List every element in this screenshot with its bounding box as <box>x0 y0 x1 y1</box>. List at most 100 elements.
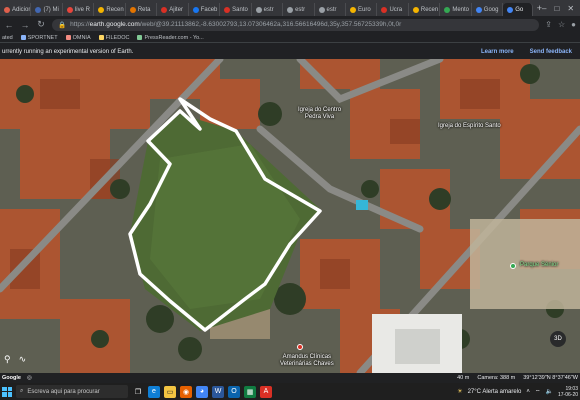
tab-favicon-icon <box>412 6 419 13</box>
browser-tab[interactable]: Ucra <box>377 3 409 16</box>
forward-icon[interactable]: → <box>20 20 30 30</box>
tab-label: live R <box>74 6 90 13</box>
reload-icon[interactable]: ↻ <box>36 19 46 30</box>
share-icon[interactable]: ⇪ <box>545 20 552 29</box>
map-label-clinic[interactable]: Amandus Clínicas Veterinárias Chaves <box>280 354 334 368</box>
tab-favicon-icon <box>35 6 42 13</box>
network-icon[interactable]: ⌔ <box>535 388 541 396</box>
tab-favicon-icon <box>349 6 356 13</box>
tab-favicon-icon <box>287 6 294 13</box>
browser-tab[interactable]: Recen <box>94 3 126 16</box>
maximize-icon[interactable]: □ <box>554 4 559 13</box>
app-icon[interactable]: ▦ <box>244 385 256 398</box>
bookmark-item[interactable]: FILEDOC <box>98 35 129 41</box>
tab-label: estr <box>295 6 306 13</box>
tab-label: Recen <box>420 6 439 13</box>
outlook-icon[interactable]: O <box>228 385 240 398</box>
browser-tab[interactable]: Reta <box>126 3 158 16</box>
experimental-banner: urrently running an experimental version… <box>0 44 580 59</box>
volume-icon[interactable]: 🔈 <box>546 388 553 395</box>
tab-favicon-icon <box>444 6 451 13</box>
tab-label: Mento <box>452 6 470 13</box>
clinic-pin-icon[interactable] <box>297 344 303 350</box>
map-imagery <box>0 59 580 373</box>
map-label-church-espirito[interactable]: Igreja do Espírito Santo <box>438 123 501 130</box>
taskbar-search[interactable]: ⌕ Escreva aqui para procurar <box>16 385 128 398</box>
layers-icon[interactable]: ◎ <box>27 375 32 381</box>
camera-altitude: Camera: 388 m <box>477 375 516 381</box>
browser-tab[interactable]: Faceb <box>189 3 221 16</box>
browser-tab[interactable]: Ajiter <box>157 3 189 16</box>
close-icon[interactable]: ✕ <box>567 4 574 13</box>
file-explorer-icon[interactable]: ▭ <box>164 385 176 398</box>
clock-date: 17-06-20 <box>557 391 578 398</box>
windows-start-icon[interactable] <box>2 386 12 397</box>
tab-favicon-icon <box>318 6 325 13</box>
window-controls: – □ ✕ <box>542 4 580 13</box>
firefox-icon[interactable]: ◉ <box>180 385 192 398</box>
clock[interactable]: 19:03 17-06-20 <box>558 386 578 398</box>
3d-toggle-button[interactable]: 3D <box>550 331 566 347</box>
send-feedback-link[interactable]: Send feedback <box>530 49 572 55</box>
url-field[interactable]: 🔒 https://earth.google.com/web/@39.21113… <box>52 18 540 31</box>
taskbar: ⌕ Escreva aqui para procurar ❐ e ▭ ◉ ◕ W… <box>0 383 580 400</box>
bookmark-item[interactable]: SPORTNET <box>20 35 58 41</box>
satellite-map[interactable]: Igreja do Centro Pedra Viva Igreja do Esp… <box>0 59 580 373</box>
browser-tab[interactable]: Adiciona <box>0 3 32 16</box>
browser-tab[interactable]: (7) Mi <box>31 3 63 16</box>
map-label-park[interactable]: Parque Sénior <box>520 262 558 269</box>
browser-tab[interactable]: Euro <box>346 3 378 16</box>
weather-text[interactable]: 27°C Alerta amarelo <box>468 389 522 395</box>
word-icon[interactable]: W <box>212 385 224 398</box>
location-pin-icon[interactable]: ⚲ <box>4 354 11 365</box>
browser-tab[interactable]: estr <box>283 3 315 16</box>
browser-tab[interactable]: estr <box>315 3 346 16</box>
task-view-icon[interactable]: ❐ <box>132 386 144 398</box>
minimize-icon[interactable]: – <box>542 4 546 13</box>
tab-label: (7) Mi <box>43 6 59 13</box>
acrobat-icon[interactable]: A <box>260 385 272 398</box>
bookmarks-bar: ated SPORTNET OMNIA FILEDOC PressReader.… <box>0 33 580 43</box>
browser-tab[interactable]: Goog <box>472 3 504 16</box>
tab-label: Adiciona <box>12 6 32 13</box>
weather-icon[interactable]: ☀ <box>457 388 462 395</box>
bookmark-icon <box>65 35 71 40</box>
bookmark-item[interactable]: ated <box>2 35 13 41</box>
tab-label: Reta <box>137 6 151 13</box>
edge-icon[interactable]: e <box>148 385 160 398</box>
map-label-church-centro[interactable]: Igreja do Centro Pedra Viva <box>298 107 341 121</box>
address-bar: ← → ↻ 🔒 https://earth.google.com/web/@39… <box>0 16 580 33</box>
browser-tab[interactable]: Recen <box>409 3 441 16</box>
bookmark-item[interactable]: OMNIA <box>65 35 91 41</box>
browser-tab[interactable]: Go <box>503 3 533 16</box>
tab-favicon-icon <box>129 6 136 13</box>
browser-tab[interactable]: estr <box>252 3 284 16</box>
coordinates-readout: 39°12'39"N 8°37'46"W <box>523 375 578 381</box>
browser-tab[interactable]: live R <box>63 3 95 16</box>
profile-icon[interactable]: ● <box>571 20 576 29</box>
tab-favicon-icon <box>507 6 514 13</box>
back-icon[interactable]: ← <box>4 20 14 30</box>
lock-icon: 🔒 <box>58 21 67 29</box>
browser-tab[interactable]: Mento <box>440 3 472 16</box>
tab-label: estr <box>326 6 337 13</box>
learn-more-link[interactable]: Learn more <box>481 49 514 55</box>
tray-chevron-icon[interactable]: ˄ <box>526 389 530 395</box>
tab-favicon-icon <box>381 6 388 13</box>
bookmark-item[interactable]: PressReader.com - Yo... <box>137 35 204 41</box>
earth-status-bar: Google ◎ 40 m Camera: 388 m 39°12'39"N 8… <box>0 373 580 383</box>
tab-favicon-icon <box>98 6 105 13</box>
bookmark-icon <box>137 35 143 40</box>
tab-favicon-icon <box>66 6 73 13</box>
browser-tab[interactable]: Santo <box>220 3 252 16</box>
tab-label: estr <box>263 6 274 13</box>
star-icon[interactable]: ☆ <box>558 20 565 29</box>
banner-text: urrently running an experimental version… <box>2 48 134 55</box>
search-icon: ⌕ <box>20 388 24 394</box>
measure-icon[interactable]: ∿ <box>19 354 27 365</box>
chrome-icon[interactable]: ◕ <box>196 385 208 398</box>
bookmark-icon <box>20 35 26 40</box>
system-tray: ☀ 27°C Alerta amarelo ˄ ⌔ 🔈 19:03 17-06-… <box>457 386 578 398</box>
map-left-controls: ⚲ ∿ <box>4 354 26 365</box>
park-pin-icon[interactable] <box>510 263 516 269</box>
